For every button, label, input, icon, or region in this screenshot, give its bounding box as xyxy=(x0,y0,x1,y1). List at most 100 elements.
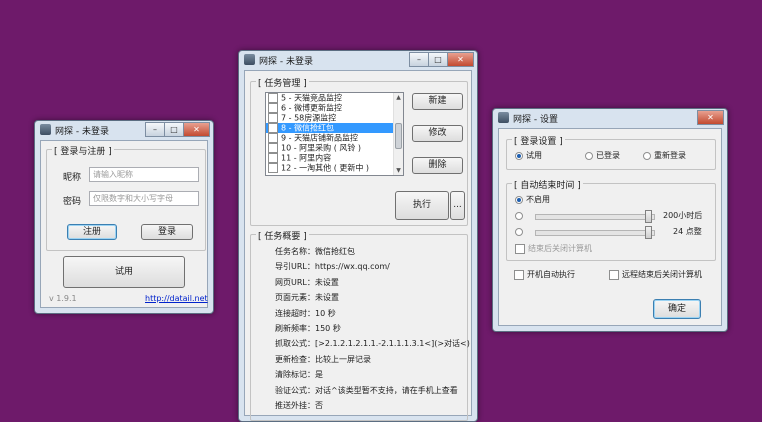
summary-value: [>2.1.2.1.2.1.1.-2.1.1.1.3.1<](>对话<) xyxy=(315,339,470,349)
app-icon xyxy=(498,112,509,123)
radio-relogin-label: 重新登录 xyxy=(654,151,686,160)
maximize-icon[interactable]: □ xyxy=(428,52,448,67)
task-list-scrollbar[interactable]: ▲ ▼ xyxy=(393,93,403,175)
task-list-item[interactable]: 9 - 天猫店铺新品监控 xyxy=(266,133,403,143)
version-label: v 1.9.1 xyxy=(49,294,77,303)
register-button[interactable]: 注册 xyxy=(67,224,117,240)
task-checkbox[interactable] xyxy=(268,143,278,153)
close-icon[interactable]: ✕ xyxy=(183,122,210,137)
task-checkbox[interactable] xyxy=(268,113,278,123)
edit-task-button[interactable]: 修改 xyxy=(412,125,463,142)
task-list-item[interactable]: 10 - 阿里采购 ( 风铃 ) xyxy=(266,143,403,153)
task-summary-label: [ 任务概要 ] xyxy=(256,229,309,242)
scroll-down-icon[interactable]: ▼ xyxy=(394,166,403,175)
login-button[interactable]: 登录 xyxy=(141,224,193,240)
radio-disabled[interactable]: 不启用 xyxy=(515,194,550,205)
task-management-label: [ 任务管理 ] xyxy=(256,76,309,89)
task-checkbox[interactable] xyxy=(268,133,278,143)
delete-task-button[interactable]: 删除 xyxy=(412,157,463,174)
login-register-group-label: [ 登录与注册 ] xyxy=(52,144,114,157)
task-item-label: 12 - 一淘其他 ( 更新中 ) xyxy=(281,163,370,173)
radio-trial-indicator[interactable] xyxy=(515,151,523,160)
radio-hours-after-indicator[interactable] xyxy=(515,211,523,220)
password-input[interactable]: 仅限数字和大小写字母 xyxy=(89,191,199,206)
close-icon[interactable]: ✕ xyxy=(697,110,724,125)
radio-disabled-indicator[interactable] xyxy=(515,195,523,204)
main-titlebar[interactable]: 网探 - 未登录 – □ ✕ xyxy=(239,51,477,69)
trial-button[interactable]: 试用 xyxy=(63,256,185,288)
time-slider-track[interactable] xyxy=(535,230,655,236)
login-settings-group: [ 登录设置 ] 试用 已登录 重新登录 xyxy=(506,134,716,170)
summary-separator: ： xyxy=(307,293,315,303)
radio-oclock-indicator[interactable] xyxy=(515,227,523,236)
task-checkbox[interactable] xyxy=(268,153,278,163)
summary-separator: ： xyxy=(307,400,315,410)
task-list-item[interactable]: 12 - 一淘其他 ( 更新中 ) xyxy=(266,163,403,173)
remote-shutdown-checkbox[interactable]: 远程结束后关闭计算机 xyxy=(609,269,702,280)
scroll-thumb[interactable] xyxy=(395,123,402,149)
ok-button[interactable]: 确定 xyxy=(653,299,701,319)
nickname-input[interactable]: 请输入昵称 xyxy=(89,167,199,182)
summary-row: 更新检查：比较上一屏记录 xyxy=(275,352,465,367)
task-list[interactable]: 5 - 天猫竞品监控 6 - 微博更新监控 7 - 58房源监控 8 - 微信抢红包 9… xyxy=(265,92,404,176)
radio-logged-in[interactable]: 已登录 xyxy=(585,150,620,161)
website-link[interactable]: http://datail.net xyxy=(145,294,208,303)
summary-value: 否 xyxy=(315,400,323,410)
summary-key: 推送外挂 xyxy=(275,400,307,410)
summary-value: 未设置 xyxy=(315,293,339,303)
radio-relogin-indicator[interactable] xyxy=(643,151,651,160)
task-item-label: 8 - 微信抢红包 xyxy=(281,123,335,133)
summary-separator: ： xyxy=(306,262,315,272)
login-window-title: 网探 - 未登录 xyxy=(55,127,109,137)
task-item-label: 7 - 58房源监控 xyxy=(281,113,337,123)
radio-relogin[interactable]: 重新登录 xyxy=(643,150,686,161)
startup-checkbox[interactable]: 开机自动执行 xyxy=(514,269,575,280)
summary-key: 刷新频率 xyxy=(275,323,307,333)
radio-hours-after[interactable] xyxy=(515,210,526,221)
remote-shutdown-box[interactable] xyxy=(609,269,619,280)
summary-key: 连接超时 xyxy=(275,308,307,318)
task-list-item[interactable]: 5 - 天猫竞品监控 xyxy=(266,93,403,103)
summary-key: 验证公式 xyxy=(275,385,307,395)
summary-key: 清除标记 xyxy=(275,370,307,380)
task-checkbox[interactable] xyxy=(268,163,278,173)
summary-row: 推送外挂：否 xyxy=(275,398,465,413)
task-list-item[interactable]: 11 - 阿里内容 xyxy=(266,153,403,163)
main-window-title: 网探 - 未登录 xyxy=(259,57,313,67)
summary-separator: ： xyxy=(307,308,315,318)
radio-logged-in-label: 已登录 xyxy=(596,151,620,160)
summary-row: 刷新频率：150 秒 xyxy=(275,321,465,336)
summary-value: 是 xyxy=(315,370,323,380)
task-checkbox[interactable] xyxy=(268,93,278,103)
minimize-icon[interactable]: – xyxy=(145,122,165,137)
new-task-button[interactable]: 新建 xyxy=(412,93,463,110)
startup-box[interactable] xyxy=(514,269,524,280)
radio-oclock[interactable] xyxy=(515,226,526,237)
maximize-icon[interactable]: □ xyxy=(164,122,184,137)
hours-slider-track[interactable] xyxy=(535,214,655,220)
summary-separator: ： xyxy=(307,370,315,380)
summary-key: 导引URL xyxy=(275,262,307,272)
settings-titlebar[interactable]: 网探 - 设置 ✕ xyxy=(493,109,727,127)
radio-trial[interactable]: 试用 xyxy=(515,150,542,161)
hours-slider-thumb[interactable] xyxy=(645,210,652,223)
minimize-icon[interactable]: – xyxy=(409,52,429,67)
scroll-up-icon[interactable]: ▲ xyxy=(394,93,403,102)
task-list-item[interactable]: 7 - 58房源监控 xyxy=(266,113,403,123)
task-checkbox[interactable] xyxy=(268,103,278,113)
summary-separator: ： xyxy=(307,354,315,364)
login-titlebar[interactable]: 网探 - 未登录 – □ ✕ xyxy=(35,121,213,139)
summary-row: 抓取公式：[>2.1.2.1.2.1.1.-2.1.1.1.3.1<](>对话<… xyxy=(275,336,470,351)
task-list-item[interactable]: 6 - 微博更新监控 xyxy=(266,103,403,113)
more-button[interactable]: ... xyxy=(450,191,465,220)
shutdown-after-end-box[interactable] xyxy=(515,243,525,254)
task-list-item[interactable]: 8 - 微信抢红包 xyxy=(266,123,403,133)
run-button[interactable]: 执行 xyxy=(395,191,449,220)
time-slider-thumb[interactable] xyxy=(645,226,652,239)
task-checkbox[interactable] xyxy=(268,123,278,133)
close-icon[interactable]: ✕ xyxy=(447,52,474,67)
task-item-label: 5 - 天猫竞品监控 xyxy=(281,93,343,103)
shutdown-after-end-checkbox[interactable]: 结束后关闭计算机 xyxy=(515,243,592,254)
radio-logged-in-indicator[interactable] xyxy=(585,151,593,160)
summary-key: 任务名称 xyxy=(275,247,307,256)
